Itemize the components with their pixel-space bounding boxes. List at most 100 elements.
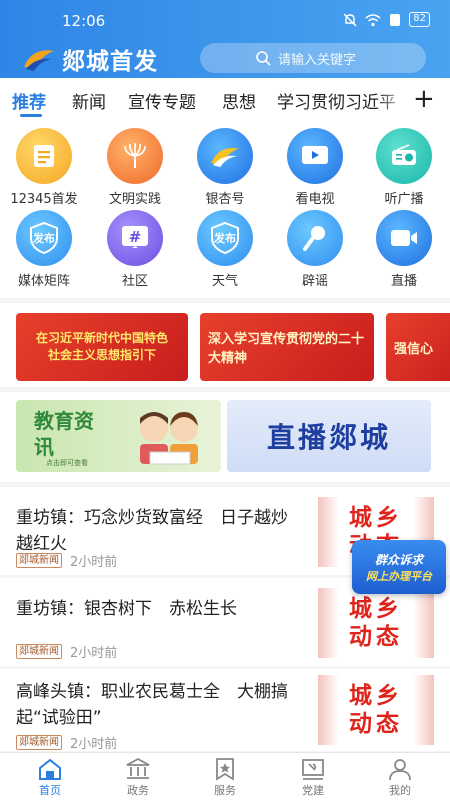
banner-twentieth-congress[interactable]: 深入学习宣传贯彻党的二十大精神: [200, 313, 374, 381]
grid-label: 社区: [121, 274, 148, 289]
search-icon: [256, 51, 271, 66]
promo-strip: 教育资讯 点击即可查看 直播郯城: [0, 392, 450, 482]
badge-text: 发布: [214, 232, 236, 245]
ginkgo-logo-icon: [24, 50, 54, 71]
service-bookmark-icon: [216, 758, 234, 781]
nav-label: 首页: [39, 784, 61, 797]
app-title: 郯城首发: [62, 49, 158, 75]
status-time: 12:06: [62, 12, 106, 30]
ginkgo-logo-icon: [197, 128, 253, 184]
torch-icon: [107, 128, 163, 184]
banner-text: 强信心: [394, 341, 434, 357]
banner-confidence[interactable]: 强信心: [386, 313, 450, 381]
banner-text: 社会主义思想指引下: [47, 348, 156, 362]
party-flag-icon: [302, 759, 324, 780]
appeal-platform-button[interactable]: 群众诉求 网上办理平台: [352, 540, 446, 594]
bottom-nav: 首页 政务 服务 党建 我的: [0, 752, 450, 800]
news-meta: 郯城新闻 2小时前: [16, 551, 117, 570]
grid-item-rumor[interactable]: 辟谣: [273, 210, 357, 289]
grid-item-radio[interactable]: 听广播: [362, 128, 446, 207]
news-meta: 郯城新闻 2小时前: [16, 642, 117, 661]
float-button-line2: 网上办理平台: [366, 569, 432, 583]
user-icon: [389, 759, 411, 781]
video-camera-icon: [376, 210, 432, 266]
wifi-icon: [365, 13, 381, 26]
search-placeholder: 请输入关键字: [278, 52, 357, 68]
banner-carousel: 在习近平新时代中国特色 社会主义思想指引下 深入学习宣传贯彻党的二十大精神 强信…: [0, 303, 450, 387]
grid-item-live[interactable]: 直播: [362, 210, 446, 289]
nav-party[interactable]: 党建: [283, 757, 343, 798]
grid-item-civilization[interactable]: 文明实践: [93, 128, 177, 207]
tab-recommend[interactable]: 推荐: [12, 88, 46, 113]
tab-news[interactable]: 新闻: [72, 88, 106, 113]
thumb-text: 动态: [349, 624, 403, 650]
grid-item-ginkgo[interactable]: 银杏号: [183, 128, 267, 207]
thumb-text: 城乡: [349, 505, 403, 531]
app-header: 12:06 82 郯城首发 请输入关键字: [0, 0, 450, 78]
nav-label: 党建: [302, 784, 324, 797]
nav-label: 我的: [389, 784, 411, 797]
status-bar: 12:06 82: [0, 0, 450, 40]
nav-home[interactable]: 首页: [20, 757, 80, 798]
publish-shield-icon: 发布: [16, 210, 72, 266]
news-item[interactable]: 高峰头镇：职业农民葛士全 大棚搞起“试验田” 郯城新闻 2小时前 城乡 动态: [0, 669, 450, 752]
nav-government[interactable]: 政务: [108, 757, 168, 798]
promo-live[interactable]: 直播郯城: [227, 400, 431, 472]
grid-label: 看电视: [295, 192, 335, 207]
publish-shield-icon: 发布: [197, 210, 253, 266]
promo-education[interactable]: 教育资讯 点击即可查看: [16, 400, 221, 472]
news-source-tag: 郯城新闻: [16, 644, 62, 659]
grid-label: 直播: [390, 274, 417, 289]
news-time: 2小时前: [70, 555, 118, 570]
grid-item-community[interactable]: # 社区: [93, 210, 177, 289]
add-tab-icon[interactable]: +: [413, 84, 435, 114]
battery-indicator: 82: [409, 12, 430, 27]
nav-label: 政务: [127, 784, 149, 797]
news-title: 重坊镇：巧念炒货致富经 日子越炒越红火: [16, 508, 288, 554]
search-bar[interactable]: 请输入关键字: [200, 43, 426, 73]
tabs-fade: [376, 78, 410, 120]
grid-label: 听广播: [384, 192, 424, 207]
app-logo: 郯城首发: [22, 42, 158, 76]
news-source-tag: 郯城新闻: [16, 735, 62, 750]
nav-profile[interactable]: 我的: [370, 757, 430, 798]
banner-text: 在习近平新时代中国特色: [35, 331, 168, 345]
mute-bell-icon: [343, 13, 357, 26]
news-thumbnail: 城乡 动态: [318, 675, 434, 745]
svg-text:#: #: [129, 228, 142, 246]
promo-title: 教育资讯: [34, 409, 94, 459]
tab-thought[interactable]: 思想: [222, 88, 256, 113]
promo-title: 直播郯城: [266, 421, 391, 454]
grid-label: 文明实践: [108, 192, 161, 207]
grid-item-12345[interactable]: 12345首发: [2, 128, 86, 207]
grid-item-media-matrix[interactable]: 发布 媒体矩阵: [2, 210, 86, 289]
grid-label: 媒体矩阵: [17, 274, 70, 289]
tab-indicator: [20, 114, 42, 117]
grid-label: 12345首发: [10, 192, 78, 207]
radio-icon: [376, 128, 432, 184]
tv-play-icon: [287, 128, 343, 184]
grid-label: 辟谣: [301, 274, 328, 289]
nav-label: 服务: [214, 784, 236, 797]
banner-thought[interactable]: 在习近平新时代中国特色 社会主义思想指引下: [16, 313, 188, 381]
thumb-text: 动态: [349, 711, 403, 737]
tab-propaganda[interactable]: 宣传专题: [128, 88, 196, 113]
grid-item-tv[interactable]: 看电视: [273, 128, 357, 207]
grid-label: 天气: [211, 274, 238, 289]
news-time: 2小时前: [70, 646, 118, 661]
document-icon: [16, 128, 72, 184]
news-source-tag: 郯城新闻: [16, 553, 62, 568]
thumb-text: 城乡: [349, 683, 403, 709]
children-reading-illustration: [140, 412, 198, 465]
home-icon: [39, 758, 61, 780]
microphone-icon: [287, 210, 343, 266]
nav-service[interactable]: 服务: [195, 757, 255, 798]
float-button-line1: 群众诉求: [374, 552, 423, 567]
hashtag-icon: #: [107, 210, 163, 266]
badge-text: 发布: [33, 232, 55, 245]
grid-label: 银杏号: [205, 192, 245, 207]
quick-access-grid: 12345首发 文明实践 银杏号 看电视 听广播 发布 媒体矩阵 # 社区 发布…: [0, 120, 450, 298]
news-title: 重坊镇：银杏树下 赤松生长: [16, 599, 237, 619]
news-time: 2小时前: [70, 737, 118, 752]
grid-item-weather[interactable]: 发布 天气: [183, 210, 267, 289]
